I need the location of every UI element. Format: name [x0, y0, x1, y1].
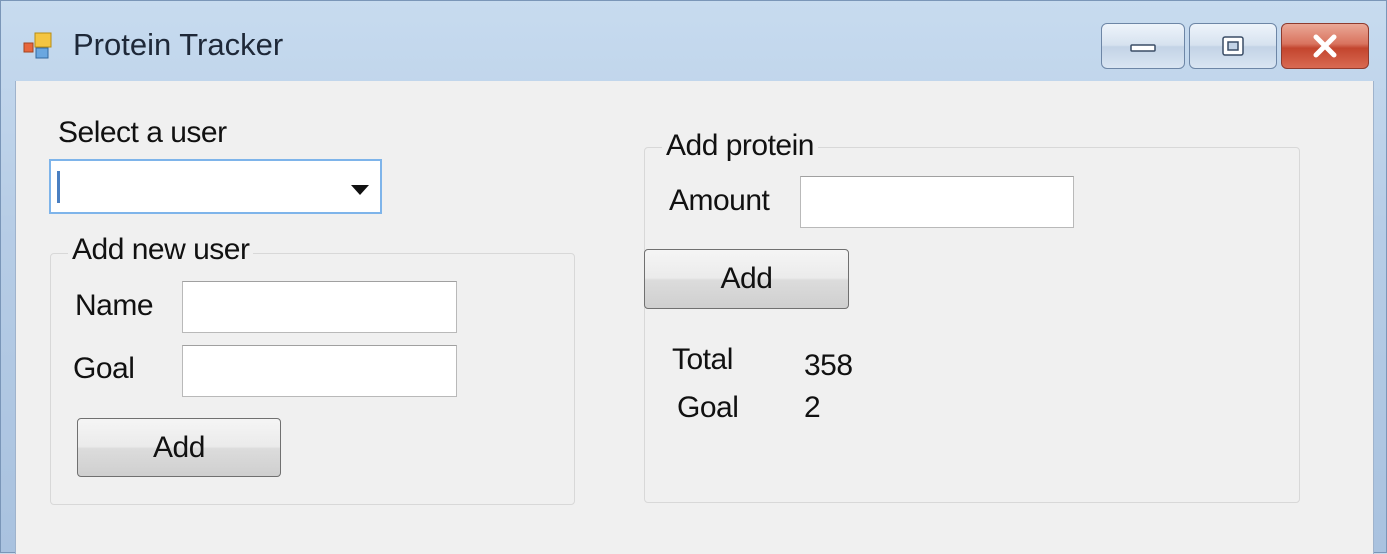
minimize-button[interactable]: [1101, 23, 1185, 69]
name-field[interactable]: [182, 281, 457, 333]
select-user-label: Select a user: [58, 116, 227, 149]
total-label: Total: [672, 343, 733, 376]
add-protein-button[interactable]: Add: [644, 249, 849, 309]
goal-label: Goal: [73, 352, 135, 385]
amount-label: Amount: [669, 184, 770, 217]
chevron-down-icon[interactable]: [350, 184, 370, 196]
maximize-icon: [1222, 36, 1244, 56]
maximize-button[interactable]: [1189, 23, 1277, 69]
protein-goal-value: 2: [804, 391, 821, 424]
app-icon: [23, 32, 52, 59]
user-select-combobox[interactable]: [49, 159, 382, 214]
text-caret: [57, 171, 60, 203]
close-icon: [1313, 34, 1337, 58]
close-button[interactable]: [1281, 23, 1369, 69]
minimize-icon: [1130, 44, 1156, 52]
add-protein-title: Add protein: [662, 129, 818, 163]
goal-field[interactable]: [182, 345, 457, 397]
name-label: Name: [75, 289, 154, 322]
title-bar[interactable]: Protein Tracker: [1, 1, 1386, 81]
window-title: Protein Tracker: [73, 27, 284, 62]
amount-field[interactable]: [800, 176, 1074, 228]
add-user-button[interactable]: Add: [77, 418, 281, 477]
total-value: 358: [804, 349, 853, 382]
app-window: Protein Tracker Select a user Add new us…: [0, 0, 1387, 554]
protein-goal-label: Goal: [677, 391, 739, 424]
client-area: Select a user Add new user Name Goal Add…: [15, 81, 1374, 554]
add-new-user-title: Add new user: [68, 233, 254, 267]
